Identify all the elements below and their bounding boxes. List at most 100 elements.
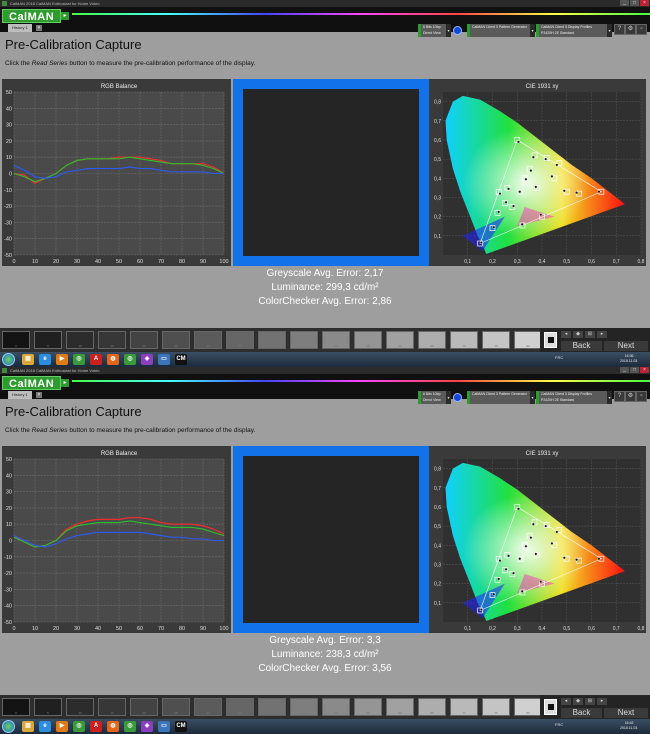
greyscale-swatch[interactable]: 15 — [98, 331, 126, 349]
greyscale-swatch[interactable]: 35 — [226, 331, 254, 349]
media-player-icon[interactable]: ▶ — [56, 354, 68, 365]
calman-logo[interactable]: CalMAN — [2, 9, 62, 23]
nav-right-icon[interactable]: ▸ — [597, 698, 607, 705]
greyscale-swatch[interactable]: 65 — [418, 698, 446, 716]
minimize-button[interactable]: _ — [620, 0, 629, 6]
start-button[interactable] — [2, 353, 15, 366]
firefox-icon[interactable]: ◍ — [107, 721, 119, 732]
folder-icon[interactable]: ▤ — [22, 354, 34, 365]
stop-button[interactable] — [544, 332, 557, 348]
greyscale-swatch[interactable]: 55 — [354, 331, 382, 349]
close-tab-icon[interactable]: × — [36, 25, 42, 31]
greyscale-swatch[interactable]: 0 — [2, 331, 30, 349]
greyscale-swatch[interactable]: 70 — [450, 331, 478, 349]
greyscale-swatch[interactable]: 0 — [2, 698, 30, 716]
calman-logo[interactable]: CalMAN — [2, 376, 62, 390]
greyscale-swatch[interactable]: 35 — [226, 698, 254, 716]
ie-icon[interactable]: e — [39, 354, 51, 365]
window-mode-icon[interactable]: ▫ — [636, 24, 647, 35]
meter-status-icon[interactable] — [453, 26, 462, 35]
nav-right-icon[interactable]: ▸ — [597, 331, 607, 338]
media-player-icon[interactable]: ▶ — [56, 721, 68, 732]
maximize-button[interactable]: □ — [630, 0, 639, 6]
read-series-icon[interactable]: ◆ — [573, 698, 583, 705]
close-button[interactable]: × — [640, 0, 649, 6]
chrome-icon[interactable]: ◎ — [73, 354, 85, 365]
tab-history[interactable]: History 1 — [8, 24, 32, 32]
chevron-down-icon[interactable]: ▾ — [530, 24, 535, 37]
window-icon[interactable]: ▭ — [158, 354, 170, 365]
calman-icon[interactable]: CM — [175, 721, 187, 732]
close-button[interactable]: × — [640, 367, 649, 373]
minimize-button[interactable]: _ — [620, 367, 629, 373]
close-tab-icon[interactable]: × — [36, 392, 42, 398]
settings-icon[interactable]: ⚙ — [625, 391, 636, 402]
next-button[interactable]: Next — [604, 708, 648, 718]
greyscale-swatch[interactable]: 50 — [322, 698, 350, 716]
meter-dropdown[interactable]: 6 Bits 10bp Direct View — [418, 391, 449, 404]
greyscale-swatch[interactable]: 25 — [162, 331, 190, 349]
greyscale-swatch[interactable]: 20 — [130, 331, 158, 349]
greyscale-swatch[interactable]: 80 — [514, 331, 542, 349]
nav-left-icon[interactable]: ◂ — [561, 331, 571, 338]
logo-menu-arrow-icon[interactable]: ▸ — [61, 12, 69, 20]
nav-left-icon[interactable]: ◂ — [561, 698, 571, 705]
meter-status-icon[interactable] — [453, 393, 462, 402]
greyscale-swatch[interactable]: 45 — [290, 698, 318, 716]
chevron-down-icon[interactable]: ▾ — [607, 24, 612, 37]
greyscale-swatch[interactable]: 60 — [386, 698, 414, 716]
calman-icon[interactable]: CM — [175, 354, 187, 365]
greyscale-swatch[interactable]: 55 — [354, 698, 382, 716]
avira-icon[interactable]: A — [90, 721, 102, 732]
greyscale-swatch[interactable]: 60 — [386, 331, 414, 349]
greyscale-swatch[interactable]: 45 — [290, 331, 318, 349]
next-button[interactable]: Next — [604, 341, 648, 351]
pattern-generator-dropdown[interactable]: CalMAN Client 3 Pattern Generator — [467, 24, 530, 37]
settings-icon[interactable]: ⚙ — [625, 24, 636, 35]
greyscale-swatch[interactable]: 75 — [482, 331, 510, 349]
chevron-down-icon[interactable]: ▾ — [607, 391, 612, 404]
greyscale-swatch[interactable]: 10 — [66, 331, 94, 349]
greyscale-swatch[interactable]: 20 — [130, 698, 158, 716]
tab-history[interactable]: History 1 — [8, 391, 32, 399]
ie-icon[interactable]: e — [39, 721, 51, 732]
greyscale-swatch[interactable]: 70 — [450, 698, 478, 716]
read-series-icon[interactable]: ◆ — [573, 331, 583, 338]
chevron-down-icon[interactable]: ▾ — [446, 391, 451, 404]
logo-menu-arrow-icon[interactable]: ▸ — [61, 379, 69, 387]
chevron-down-icon[interactable]: ▾ — [530, 391, 535, 404]
greyscale-swatch[interactable]: 5 — [34, 698, 62, 716]
meter-dropdown[interactable]: 6 Bits 10bp Direct View — [418, 24, 449, 37]
grid-view-icon[interactable]: ⊞ — [585, 331, 595, 338]
help-icon[interactable]: ? — [614, 24, 625, 35]
greyscale-swatch[interactable]: 10 — [66, 698, 94, 716]
greyscale-swatch[interactable]: 75 — [482, 698, 510, 716]
greyscale-swatch[interactable]: 25 — [162, 698, 190, 716]
greyscale-swatch[interactable]: 40 — [258, 698, 286, 716]
clock[interactable]: 16:42 2018.11.03. — [620, 721, 638, 731]
chevron-down-icon[interactable]: ▾ — [446, 24, 451, 37]
folder-icon[interactable]: ▤ — [22, 721, 34, 732]
chrome-icon-2[interactable]: ◎ — [124, 354, 136, 365]
app-icon[interactable]: ◈ — [141, 721, 153, 732]
chrome-icon-2[interactable]: ◎ — [124, 721, 136, 732]
back-button[interactable]: Back — [561, 708, 602, 718]
grid-view-icon[interactable]: ⊞ — [585, 698, 595, 705]
pattern-generator-dropdown[interactable]: CalMAN Client 3 Pattern Generator — [467, 391, 530, 404]
display-profile-dropdown[interactable]: CalMAN Client 3 Display Profiles P2420H … — [536, 24, 607, 37]
maximize-button[interactable]: □ — [630, 367, 639, 373]
back-button[interactable]: Back — [561, 341, 602, 351]
help-icon[interactable]: ? — [614, 391, 625, 402]
greyscale-swatch[interactable]: 5 — [34, 331, 62, 349]
app-icon[interactable]: ◈ — [141, 354, 153, 365]
window-mode-icon[interactable]: ▫ — [636, 391, 647, 402]
chrome-icon[interactable]: ◎ — [73, 721, 85, 732]
window-icon[interactable]: ▭ — [158, 721, 170, 732]
greyscale-swatch[interactable]: 80 — [514, 698, 542, 716]
tray-language[interactable]: FRC — [555, 722, 563, 727]
firefox-icon[interactable]: ◍ — [107, 354, 119, 365]
greyscale-swatch[interactable]: 65 — [418, 331, 446, 349]
greyscale-swatch[interactable]: 30 — [194, 698, 222, 716]
avira-icon[interactable]: A — [90, 354, 102, 365]
display-profile-dropdown[interactable]: CalMAN Client 3 Display Profiles P2420H … — [536, 391, 607, 404]
